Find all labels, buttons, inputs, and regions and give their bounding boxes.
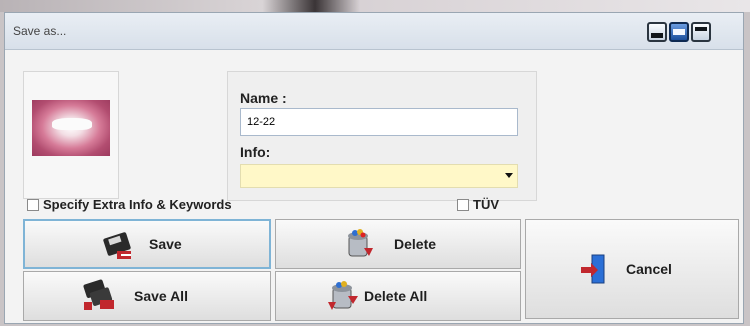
dental-photo bbox=[32, 100, 110, 156]
delete-label: Delete bbox=[394, 236, 437, 252]
trash-bin-icon bbox=[348, 229, 373, 257]
name-label: Name : bbox=[240, 90, 287, 106]
minimize-icon bbox=[651, 33, 663, 38]
delete-all-label: Delete All bbox=[364, 288, 428, 304]
save-all-label: Save All bbox=[134, 288, 188, 304]
extra-info-checkbox[interactable] bbox=[27, 199, 39, 211]
extra-info-label: Specify Extra Info & Keywords bbox=[43, 197, 232, 212]
save-button[interactable]: Save bbox=[23, 219, 271, 269]
dialog-title: Save as... bbox=[13, 24, 67, 38]
exit-door-icon bbox=[581, 254, 605, 284]
details-panel: Name : Info: bbox=[227, 71, 537, 201]
save-label: Save bbox=[149, 236, 182, 252]
multiple-trash-bins-icon bbox=[328, 281, 358, 310]
close-button[interactable] bbox=[691, 22, 711, 42]
dropdown-arrow-icon[interactable] bbox=[505, 173, 513, 178]
title-bar: Save as... bbox=[5, 13, 743, 50]
image-thumbnail bbox=[23, 71, 119, 199]
cancel-label: Cancel bbox=[626, 261, 672, 277]
save-as-dialog: Save as... Name : Info: Specify Extra In… bbox=[4, 12, 744, 324]
multiple-floppy-disks-icon bbox=[83, 279, 114, 310]
delete-all-button[interactable]: Delete All bbox=[275, 271, 521, 321]
tuv-checkbox[interactable] bbox=[457, 199, 469, 211]
info-dropdown[interactable] bbox=[240, 164, 518, 188]
floppy-disk-icon bbox=[103, 232, 131, 259]
save-all-button[interactable]: Save All bbox=[23, 271, 271, 321]
minimize-button[interactable] bbox=[647, 22, 667, 42]
background-strip bbox=[0, 0, 750, 12]
close-icon bbox=[695, 27, 707, 31]
cancel-button[interactable]: Cancel bbox=[525, 219, 739, 319]
info-label: Info: bbox=[240, 144, 271, 160]
maximize-icon bbox=[673, 29, 685, 35]
name-input[interactable] bbox=[240, 108, 518, 136]
teeth-shape bbox=[52, 118, 92, 130]
tuv-label: TÜV bbox=[473, 197, 499, 212]
delete-button[interactable]: Delete bbox=[275, 219, 521, 269]
maximize-button[interactable] bbox=[669, 22, 689, 42]
